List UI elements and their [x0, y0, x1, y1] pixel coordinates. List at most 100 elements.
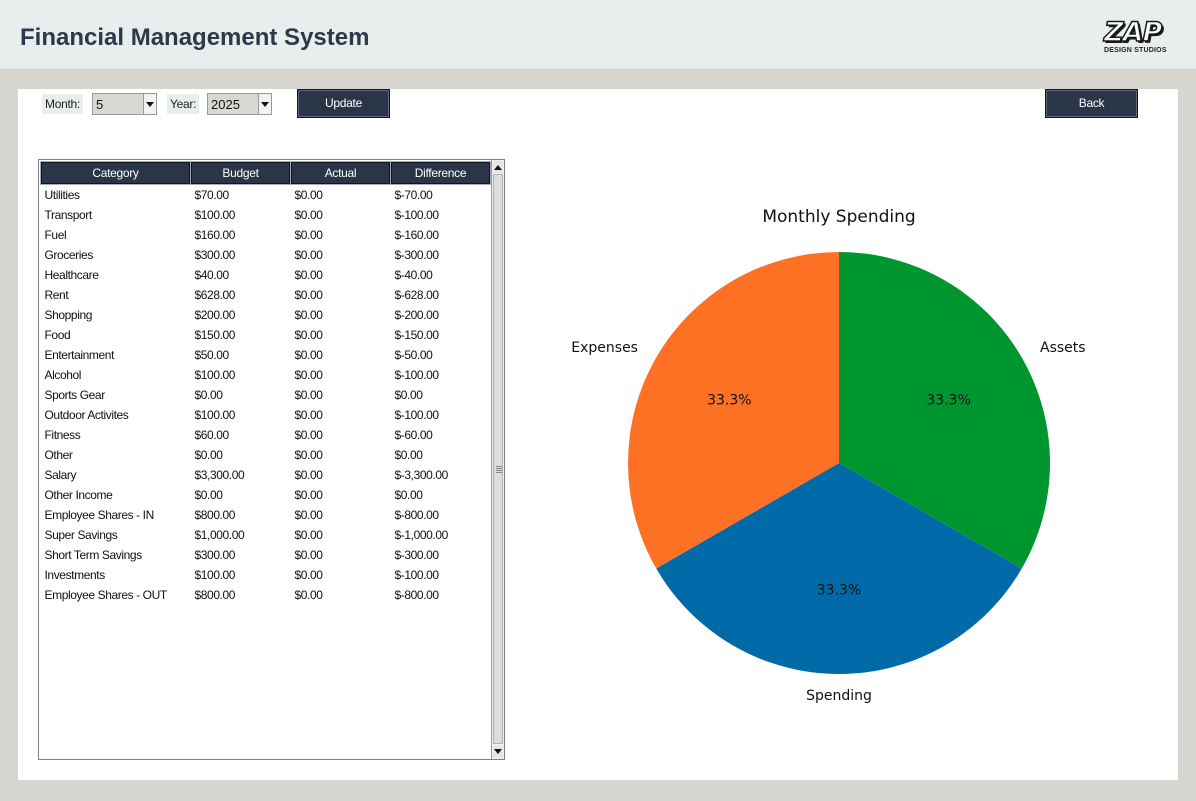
cell-budget: $300.00 — [194, 247, 236, 262]
cell-actual: $0.00 — [294, 427, 323, 442]
cell-difference: $-50.00 — [394, 347, 433, 362]
logo-main-text: ZAP — [1103, 17, 1163, 48]
table-body: Utilities $70.00 $0.00 $-70.00 Transport $100… — [41, 185, 491, 605]
month-select[interactable]: 5 — [92, 93, 157, 115]
cell-category: Fuel — [44, 227, 67, 242]
back-button[interactable]: Back — [1045, 89, 1138, 118]
cell-difference: $-800.00 — [394, 587, 440, 602]
cell-budget: $50.00 — [194, 347, 230, 362]
table-row[interactable]: Investments $100.00 $0.00 $-100.00 — [41, 565, 491, 585]
table-row[interactable]: Rent $628.00 $0.00 $-628.00 — [41, 285, 491, 305]
column-header-actual[interactable]: Actual — [290, 161, 391, 185]
table-row[interactable]: Salary $3,300.00 $0.00 $-3,300.00 — [41, 465, 491, 485]
cell-actual: $0.00 — [294, 367, 323, 382]
cell-actual: $0.00 — [294, 207, 323, 222]
app-title: Financial Management System — [20, 24, 370, 51]
table-row[interactable]: Sports Gear $0.00 $0.00 $0.00 — [41, 385, 491, 405]
cell-actual: $0.00 — [294, 507, 323, 522]
cell-category: Transport — [44, 207, 93, 222]
column-header-budget[interactable]: Budget — [190, 161, 291, 185]
month-value: 5 — [96, 97, 104, 112]
cell-budget: $100.00 — [194, 367, 236, 382]
scroll-thumb[interactable] — [493, 174, 503, 744]
cell-difference: $0.00 — [394, 447, 423, 462]
table-row[interactable]: Employee Shares - IN $800.00 $0.00 $-800.00 — [41, 505, 491, 525]
main-panel: Month: 5 Year: 2025 Update Back Category… — [18, 89, 1178, 780]
cell-category: Investments — [44, 567, 106, 582]
table-row[interactable]: Fitness $60.00 $0.00 $-60.00 — [41, 425, 491, 445]
table-row[interactable]: Healthcare $40.00 $0.00 $-40.00 — [41, 265, 491, 285]
table-row[interactable]: Other Income $0.00 $0.00 $0.00 — [41, 485, 491, 505]
update-button[interactable]: Update — [297, 89, 390, 118]
table-row[interactable]: Shopping $200.00 $0.00 $-200.00 — [41, 305, 491, 325]
logo-sub-text: DESIGN STUDIOS — [1104, 47, 1167, 54]
cell-actual: $0.00 — [294, 587, 323, 602]
cell-actual: $0.00 — [294, 327, 323, 342]
scroll-down-arrow-icon[interactable] — [493, 746, 503, 758]
zap-logo: ZAP DESIGN STUDIOS — [1103, 17, 1178, 60]
budget-table-view[interactable]: Category Budget Actual Difference Utilit… — [38, 159, 505, 760]
pie-category-label: Expenses — [571, 340, 638, 356]
pie-category-label: Spending — [806, 688, 872, 704]
year-dropdown-arrow-icon[interactable] — [258, 94, 271, 114]
cell-actual: $0.00 — [294, 187, 323, 202]
cell-actual: $0.00 — [294, 347, 323, 362]
cell-budget: $1,000.00 — [194, 527, 245, 542]
table-row[interactable]: Transport $100.00 $0.00 $-100.00 — [41, 205, 491, 225]
table-row[interactable]: Short Term Savings $300.00 $0.00 $-300.00 — [41, 545, 491, 565]
monthly-spending-pie-chart: Monthly Spending 33.3% Assets 33.3% Spendin… — [571, 207, 1086, 704]
cell-category: Employee Shares - OUT — [44, 587, 168, 602]
cell-budget: $300.00 — [194, 547, 236, 562]
table-row[interactable]: Groceries $300.00 $0.00 $-300.00 — [41, 245, 491, 265]
year-select[interactable]: 2025 — [207, 93, 272, 115]
budget-table: Category Budget Actual Difference Utilit… — [40, 161, 491, 605]
cell-budget: $100.00 — [194, 407, 236, 422]
cell-budget: $150.00 — [194, 327, 236, 342]
table-row[interactable]: Fuel $160.00 $0.00 $-160.00 — [41, 225, 491, 245]
table-row[interactable]: Outdoor Activites $100.00 $0.00 $-100.00 — [41, 405, 491, 425]
table-header-row: Category Budget Actual Difference — [40, 161, 491, 185]
cell-category: Salary — [44, 467, 77, 482]
cell-difference: $-100.00 — [394, 367, 440, 382]
cell-difference: $-200.00 — [394, 307, 440, 322]
cell-budget: $628.00 — [194, 287, 236, 302]
cell-difference: $-100.00 — [394, 407, 440, 422]
month-dropdown-arrow-icon[interactable] — [143, 94, 156, 114]
cell-budget: $0.00 — [194, 387, 223, 402]
cell-budget: $100.00 — [194, 207, 236, 222]
table-row[interactable]: Employee Shares - OUT $800.00 $0.00 $-800.0… — [41, 585, 491, 605]
column-header-difference[interactable]: Difference — [390, 161, 491, 185]
cell-category: Other Income — [44, 487, 113, 502]
cell-actual: $0.00 — [294, 287, 323, 302]
cell-category: Entertainment — [44, 347, 115, 362]
cell-budget: $160.00 — [194, 227, 236, 242]
cell-actual: $0.00 — [294, 447, 323, 462]
pie-category-label: Assets — [1040, 340, 1086, 356]
table-row[interactable]: Food $150.00 $0.00 $-150.00 — [41, 325, 491, 345]
cell-actual: $0.00 — [294, 267, 323, 282]
cell-difference: $-40.00 — [394, 267, 433, 282]
table-row[interactable]: Other $0.00 $0.00 $0.00 — [41, 445, 491, 465]
cell-category: Utilities — [44, 187, 80, 202]
cell-category: Short Term Savings — [44, 547, 143, 562]
cell-difference: $0.00 — [394, 387, 423, 402]
cell-actual: $0.00 — [294, 567, 323, 582]
table-row[interactable]: Super Savings $1,000.00 $0.00 $-1,000.00 — [41, 525, 491, 545]
cell-budget: $200.00 — [194, 307, 236, 322]
cell-budget: $40.00 — [194, 267, 230, 282]
table-row[interactable]: Alcohol $100.00 $0.00 $-100.00 — [41, 365, 491, 385]
column-header-category[interactable]: Category — [40, 161, 191, 185]
cell-actual: $0.00 — [294, 527, 323, 542]
chart-title: Monthly Spending — [762, 207, 915, 227]
table-vertical-scrollbar[interactable] — [491, 160, 504, 759]
cell-actual: $0.00 — [294, 307, 323, 322]
cell-actual: $0.00 — [294, 227, 323, 242]
cell-category: Employee Shares - IN — [44, 507, 155, 522]
cell-difference: $-628.00 — [394, 287, 440, 302]
table-row[interactable]: Utilities $70.00 $0.00 $-70.00 — [41, 185, 491, 205]
scroll-up-arrow-icon[interactable] — [493, 161, 503, 173]
cell-category: Sports Gear — [44, 387, 106, 402]
table-row[interactable]: Entertainment $50.00 $0.00 $-50.00 — [41, 345, 491, 365]
cell-difference: $-3,300.00 — [394, 467, 449, 482]
cell-category: Healthcare — [44, 267, 99, 282]
